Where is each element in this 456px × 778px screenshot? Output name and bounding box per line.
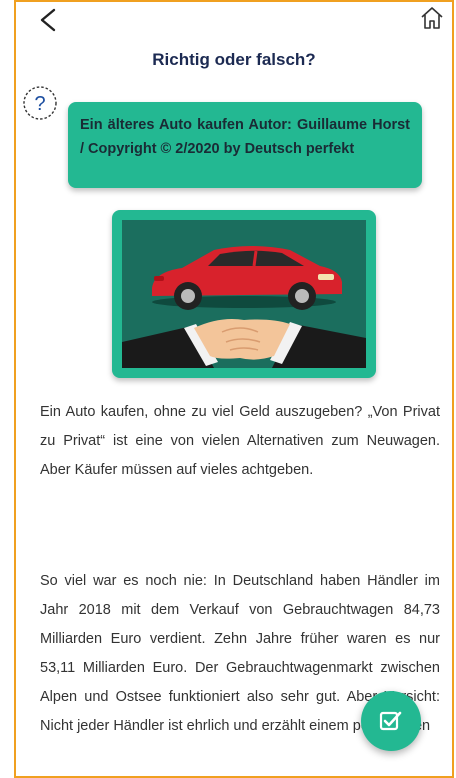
check-answer-button[interactable] <box>361 691 421 751</box>
app-frame: Richtig oder falsch? ? Ein älteres Auto … <box>14 0 454 778</box>
help-button[interactable]: ? <box>21 84 59 122</box>
question-icon: ? <box>23 86 57 120</box>
check-edit-icon <box>379 711 402 731</box>
car-handshake-illustration <box>122 246 366 368</box>
article-image <box>122 220 366 368</box>
home-button[interactable] <box>418 4 446 32</box>
article-paragraph-1: Ein Auto kaufen, ohne zu viel Geld auszu… <box>40 404 440 478</box>
article-image-card <box>112 210 376 378</box>
back-button[interactable] <box>34 4 64 38</box>
top-bar: Richtig oder falsch? <box>16 2 452 72</box>
chevron-left-icon <box>40 8 56 32</box>
svg-text:?: ? <box>34 93 45 115</box>
article-info-text: Ein älteres Auto kaufen Autor: Guillaume… <box>80 117 410 157</box>
home-icon <box>421 7 443 29</box>
article-info-card: Ein älteres Auto kaufen Autor: Guillaume… <box>68 102 422 188</box>
page-title: Richtig oder falsch? <box>152 50 316 69</box>
